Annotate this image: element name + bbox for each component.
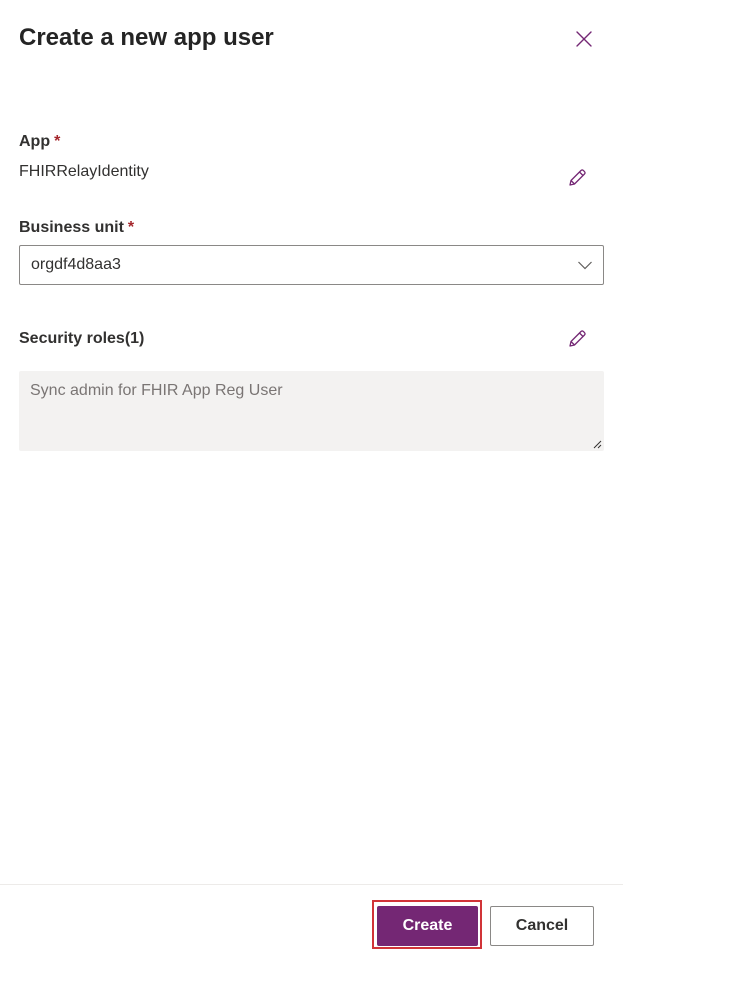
close-icon: [576, 31, 592, 47]
cancel-button[interactable]: Cancel: [490, 906, 594, 946]
footer-divider: [0, 884, 623, 885]
required-mark: *: [54, 133, 61, 150]
panel-title: Create a new app user: [19, 24, 274, 51]
app-label: App *: [19, 131, 60, 153]
pencil-icon: [569, 330, 586, 347]
chevron-down-icon: [578, 261, 592, 270]
security-roles-label: Security roles(1): [19, 330, 145, 347]
business-unit-label: Business unit *: [19, 217, 134, 239]
pencil-icon: [569, 169, 586, 186]
create-button[interactable]: Create: [377, 906, 478, 946]
app-label-text: App: [19, 133, 51, 150]
create-app-user-panel: Create a new app user App * FHIRRelayIden…: [0, 0, 623, 981]
business-unit-dropdown[interactable]: orgdf4d8aa3: [19, 245, 604, 285]
edit-app-button[interactable]: [564, 165, 590, 191]
business-unit-selected: orgdf4d8aa3: [31, 256, 121, 273]
business-unit-label-text: Business unit: [19, 219, 124, 236]
security-roles-text: Sync admin for FHIR App Reg User: [30, 382, 283, 399]
close-button[interactable]: [570, 25, 598, 53]
resize-handle-icon[interactable]: [593, 440, 602, 449]
required-mark: *: [127, 219, 135, 236]
security-roles-textarea: Sync admin for FHIR App Reg User: [19, 371, 604, 451]
edit-security-roles-button[interactable]: [564, 326, 590, 352]
app-value: FHIRRelayIdentity: [19, 163, 149, 180]
